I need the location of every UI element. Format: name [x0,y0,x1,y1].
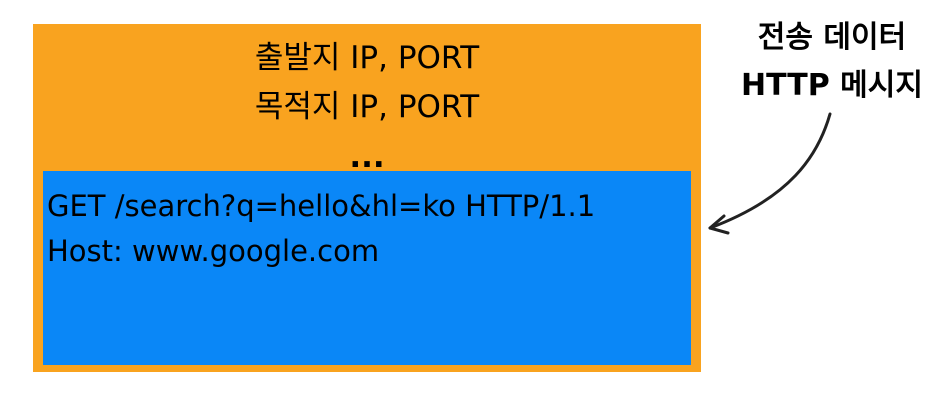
arrow-shaft [708,112,832,230]
http-message-box: GET /search?q=hello&hl=ko HTTP/1.1 Host:… [43,171,691,365]
callout-title: 전송 데이터 [757,20,907,55]
source-address-text: 출발지 IP, PORT [254,40,480,76]
destination-address-text: 목적지 IP, PORT [254,89,480,125]
host-header-text: Host: www.google.com [47,234,380,268]
callout-label: 전송 데이터 HTTP 메시지 [712,14,952,110]
ip-packet: 출발지 IP, PORT 목적지 IP, PORT ... GET /searc… [33,24,701,372]
curved-arrow-icon [708,112,832,235]
ellipsis-text: ... [349,139,385,175]
request-line-text: GET /search?q=hello&hl=ko HTTP/1.1 [47,189,596,223]
